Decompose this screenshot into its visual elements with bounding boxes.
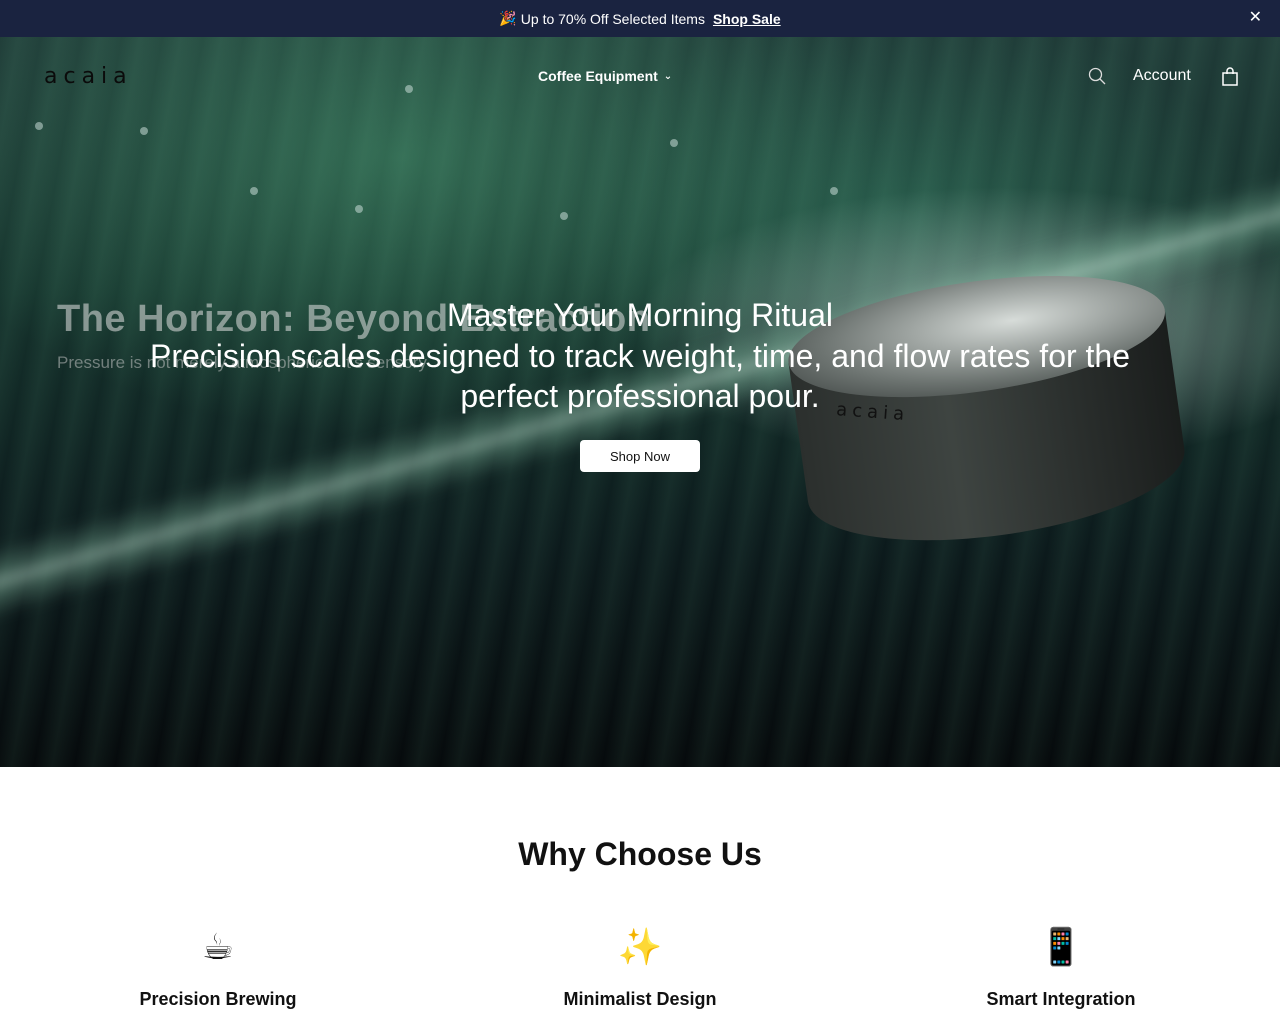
sparkles-icon: ✨ [617,926,663,967]
chevron-down-icon: ⌄ [663,70,673,82]
account-link[interactable]: Account [1133,67,1191,85]
announcement-text: Up to 70% Off Selected Items [520,10,705,27]
feature-label: Smart Integration [986,989,1136,1009]
feature-smart-integration: 📱 Smart Integration [911,925,1211,1010]
bokeh-dot [405,85,413,93]
feature-precision-brewing: ☕ Precision Brewing [68,925,368,1010]
section-title: Why Choose Us [518,836,762,872]
shopping-bag-icon[interactable] [1221,66,1239,86]
hero-subtitle: Precision scales designed to track weigh… [149,338,1131,414]
hero-title: Master Your Morning Ritual [447,297,833,333]
bokeh-dot [140,127,148,135]
party-popper-icon: 🎉 [499,10,517,26]
shop-now-button[interactable]: Shop Now [580,440,700,472]
search-icon[interactable] [1088,67,1106,85]
feature-label: Precision Brewing [139,989,297,1009]
nav-label: Coffee Equipment [538,68,658,84]
bokeh-dot [250,187,258,195]
announcement-bar: 🎉 Up to 70% Off Selected Items Shop Sale… [0,0,1280,37]
bokeh-dot [560,212,568,220]
bokeh-dot [670,139,678,147]
coffee-cup-icon: ☕ [201,926,235,967]
site-logo[interactable]: acaia [44,64,133,89]
feature-label: Minimalist Design [563,989,717,1009]
bokeh-dot [830,187,838,195]
bokeh-dot [35,122,43,130]
bokeh-dot [355,205,363,213]
nav-coffee-equipment[interactable]: Coffee Equipment ⌄ [538,68,672,84]
shop-sale-link[interactable]: Shop Sale [713,11,781,27]
feature-minimalist-design: ✨ Minimalist Design [490,925,790,1010]
close-announcement-icon[interactable]: ✕ [1249,9,1262,27]
mobile-phone-icon: 📱 [1038,926,1084,967]
